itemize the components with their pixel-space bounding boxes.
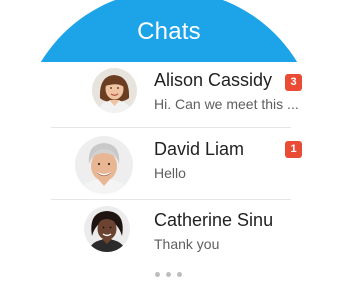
chat-row-alison-cassidy[interactable]: Alison Cassidy 3 Hi. Can we meet this ..… bbox=[19, 67, 319, 133]
unread-badge: 1 bbox=[285, 141, 302, 158]
chat-preview: Hi. Can we meet this ... bbox=[154, 96, 299, 112]
chat-row-david-liam[interactable]: David Liam 1 Hello bbox=[19, 132, 319, 198]
chat-name: Catherine Sinu bbox=[154, 210, 274, 230]
chat-preview: Hello bbox=[154, 165, 186, 181]
chat-preview: Thank you bbox=[154, 236, 220, 252]
chat-name: Alison Cassidy bbox=[154, 70, 273, 90]
watch-screen: Chats Alison Cassidy 3 Hi. Can we meet t… bbox=[19, 0, 319, 290]
avatar-david-liam bbox=[75, 136, 133, 194]
avatar-catherine-sinu bbox=[84, 206, 130, 252]
unread-badge: 3 bbox=[285, 74, 302, 91]
row-divider bbox=[51, 199, 291, 200]
row-divider bbox=[51, 127, 291, 128]
dot bbox=[155, 272, 160, 277]
header-title: Chats bbox=[137, 18, 201, 45]
dot bbox=[166, 272, 171, 277]
chat-name: David Liam bbox=[154, 139, 245, 159]
avatar-alison-cassidy bbox=[92, 68, 137, 113]
chat-row-catherine-sinu[interactable]: Catherine Sinu Thank you bbox=[19, 204, 319, 270]
three-dots-icon[interactable] bbox=[155, 272, 185, 278]
chats-header: Chats bbox=[19, 0, 319, 62]
dot bbox=[177, 272, 182, 277]
